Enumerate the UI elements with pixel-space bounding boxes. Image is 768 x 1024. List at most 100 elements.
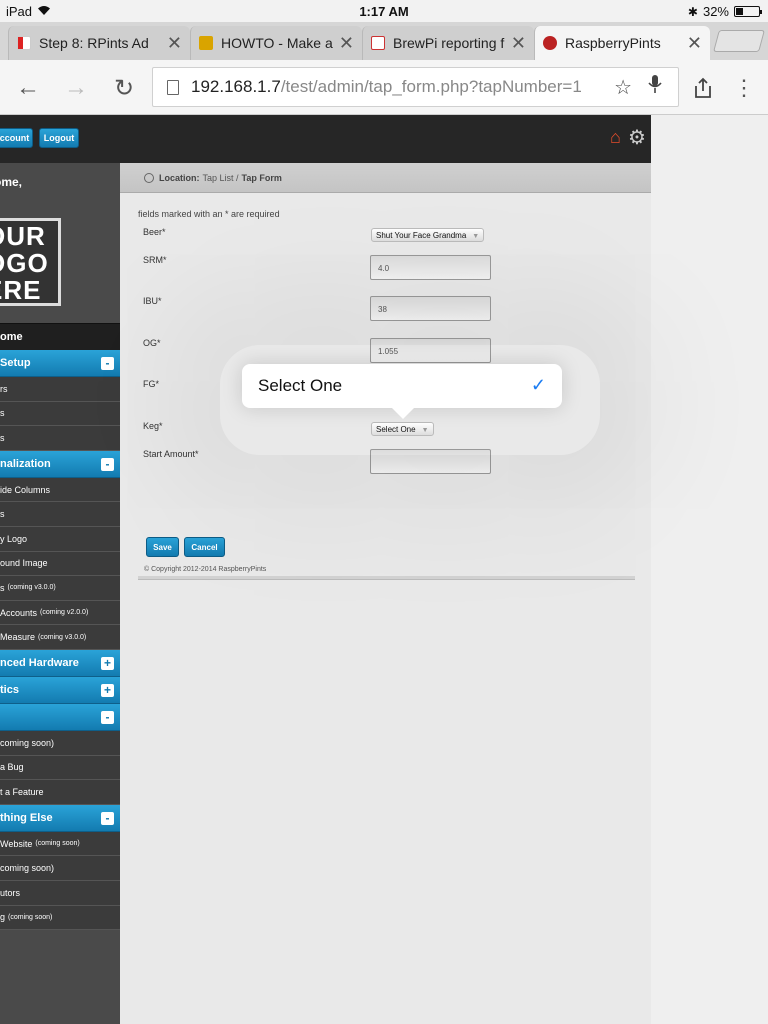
address-bar[interactable]: 192.168.1.7/test/admin/tap_form.php?tapN… <box>152 67 679 107</box>
ibu-label: IBU* <box>143 296 162 306</box>
my-account-button[interactable]: ccount <box>0 128 33 148</box>
sidebar-section[interactable]: Setup - <box>0 350 120 377</box>
ios-status-bar: iPad 1:17 AM ✱ 32% <box>0 0 768 22</box>
sidebar-item-label: s <box>0 408 5 419</box>
tab-howto[interactable]: HOWTO - Make a ✕ <box>190 26 362 60</box>
bluetooth-icon: ✱ <box>687 4 698 19</box>
sidebar-item[interactable]: coming soon) <box>0 730 120 756</box>
start-amount-input[interactable] <box>370 449 491 474</box>
beer-select[interactable]: Shut Your Face Grandma ▼ <box>371 228 485 242</box>
breadcrumb-current: Tap Form <box>241 172 282 183</box>
share-icon[interactable] <box>689 74 717 102</box>
sidebar-item-home[interactable]: ome <box>0 323 120 350</box>
sidebar-item[interactable]: Accounts (coming v2.0.0) <box>0 600 120 626</box>
raspberry-favicon-icon <box>371 36 385 50</box>
back-arrow-icon[interactable]: ← <box>14 74 42 102</box>
tab-brewpi[interactable]: BrewPi reporting f ✕ <box>362 26 534 60</box>
tab-step8[interactable]: Step 8: RPints Ad ✕ <box>8 26 190 60</box>
og-input[interactable]: 1.055 <box>370 338 491 363</box>
flag-favicon-icon <box>17 36 31 50</box>
save-button[interactable]: Save <box>146 537 179 557</box>
close-tab-icon[interactable]: ✕ <box>167 33 182 54</box>
start-amount-label: Start Amount* <box>143 449 199 459</box>
popover-option[interactable]: Select One <box>258 376 342 396</box>
sidebar-item-label: coming soon) <box>0 737 55 748</box>
sidebar-item-label: t a Feature <box>0 786 44 797</box>
status-time: 1:17 AM <box>359 4 409 19</box>
sidebar-item-note: (coming soon) <box>8 913 53 921</box>
sidebar-item-label: Accounts <box>0 607 38 618</box>
gear-icon[interactable]: ⚙ <box>628 125 646 150</box>
browser-tab-bar: Step 8: RPints Ad ✕ HOWTO - Make a ✕ Bre… <box>0 22 768 60</box>
required-note: fields marked with an * are required <box>138 209 280 219</box>
keg-select[interactable]: Select One ▼ <box>371 422 434 436</box>
collapse-icon[interactable]: - <box>101 811 114 825</box>
expand-icon[interactable]: + <box>101 656 114 670</box>
new-tab-button[interactable] <box>713 30 765 52</box>
select-popover[interactable]: Select One ✓ <box>242 364 562 408</box>
sidebar-section[interactable]: nced Hardware + <box>0 649 120 677</box>
url-path: /test/admin/tap_form.php?tapNumber=1 <box>280 77 582 96</box>
sidebar-section-label: tics <box>0 683 19 696</box>
checkmark-icon: ✓ <box>530 375 546 395</box>
collapse-icon[interactable]: - <box>101 457 114 471</box>
sidebar-item[interactable]: Website (coming soon) <box>0 831 120 857</box>
bookmark-star-icon[interactable]: ☆ <box>614 75 632 100</box>
expand-icon[interactable]: + <box>101 683 114 697</box>
popover-arrow <box>391 407 415 419</box>
logo-text: OUR OGO ERE <box>0 221 58 304</box>
copyright: © Copyright 2012-2014 RaspberryPints <box>144 566 267 573</box>
microphone-icon[interactable] <box>648 74 662 100</box>
sidebar-item[interactable]: coming soon) <box>0 856 120 881</box>
sidebar-item[interactable]: utors <box>0 880 120 906</box>
sidebar-item[interactable]: g (coming soon) <box>0 905 120 931</box>
sidebar-item[interactable]: s <box>0 426 120 451</box>
more-menu-icon[interactable]: ⋮ <box>730 74 758 102</box>
reload-icon[interactable]: ↻ <box>110 74 138 102</box>
logo-line: OUR <box>0 221 46 251</box>
sidebar-item-note: (coming v3.0.0) <box>7 584 56 592</box>
close-tab-icon[interactable]: ✕ <box>687 33 702 54</box>
sidebar-section[interactable]: nalization - <box>0 450 120 478</box>
sidebar-item[interactable]: s <box>0 502 120 527</box>
sidebar-item-label: utors <box>0 887 21 898</box>
chevron-down-icon: ▼ <box>421 427 429 434</box>
sidebar-item[interactable]: Measure (coming v3.0.0) <box>0 625 120 650</box>
sidebar: ome, t OUR OGO ERE ome Setup - rs s s nalizat… <box>0 163 120 1024</box>
welcome-line: ome, <box>0 175 23 189</box>
logout-button[interactable]: Logout <box>39 128 79 148</box>
sidebar-section[interactable]: - <box>0 703 120 731</box>
sidebar-section[interactable]: tics + <box>0 676 120 704</box>
srm-input[interactable]: 4.0 <box>370 255 491 280</box>
welcome-user: t <box>0 191 22 209</box>
sidebar-item[interactable]: y Logo <box>0 526 120 552</box>
close-tab-icon[interactable]: ✕ <box>511 33 526 54</box>
beer-select-value: Shut Your Face Grandma <box>376 231 467 240</box>
cancel-button[interactable]: Cancel <box>184 537 225 557</box>
forward-arrow-icon[interactable]: → <box>62 74 90 102</box>
ibu-input[interactable]: 38 <box>370 296 491 321</box>
sidebar-item-note: (coming v2.0.0) <box>40 609 89 617</box>
sidebar-item[interactable]: ound Image <box>0 551 120 577</box>
breadcrumb-tap-list[interactable]: Tap List / <box>203 173 239 183</box>
sidebar-item[interactable]: s (coming v3.0.0) <box>0 576 120 601</box>
battery-icon <box>734 6 762 17</box>
collapse-icon[interactable]: - <box>101 357 114 370</box>
sidebar-item[interactable]: s <box>0 401 120 427</box>
sidebar-item[interactable]: rs <box>0 377 120 402</box>
collapse-icon[interactable]: - <box>101 710 114 724</box>
tab-raspberrypints[interactable]: RaspberryPints ✕ <box>534 26 710 60</box>
sidebar-item[interactable]: t a Feature <box>0 780 120 805</box>
url-host: 192.168.1.7 <box>191 77 281 96</box>
close-tab-icon[interactable]: ✕ <box>339 33 354 54</box>
sidebar-item[interactable]: a Bug <box>0 755 120 781</box>
home-icon[interactable]: ⌂ <box>610 127 621 148</box>
sidebar-item-label: rs <box>0 383 8 394</box>
battery-level <box>736 8 744 15</box>
sidebar-item-label: Website <box>0 838 33 849</box>
url-text[interactable]: 192.168.1.7/test/admin/tap_form.php?tapN… <box>191 77 614 97</box>
sidebar-item-label: Measure <box>0 632 36 643</box>
sidebar-item[interactable]: ide Columns <box>0 477 120 503</box>
srm-label: SRM* <box>143 255 167 265</box>
sidebar-section[interactable]: thing Else - <box>0 804 120 832</box>
